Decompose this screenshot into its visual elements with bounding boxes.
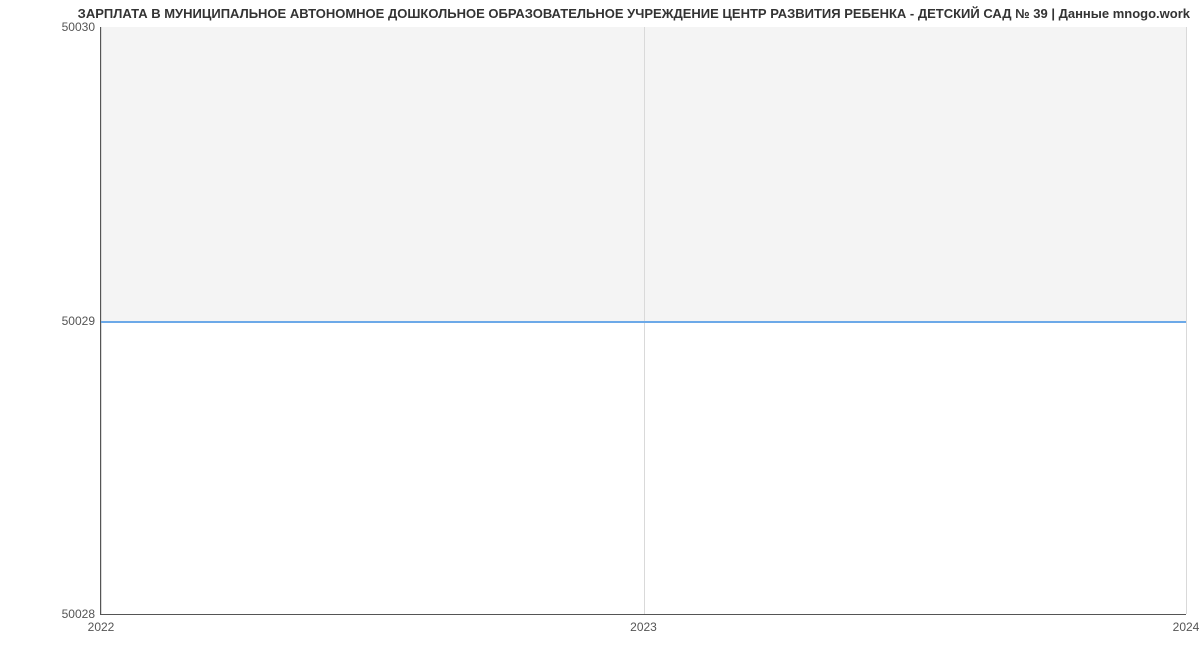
y-tick-label: 50029: [62, 314, 101, 328]
x-tick-label: 2022: [88, 614, 115, 634]
y-tick-label: 50030: [62, 20, 101, 34]
y-tick-text: 50029: [62, 314, 95, 328]
x-tick-label: 2023: [630, 614, 657, 634]
chart-title: ЗАРПЛАТА В МУНИЦИПАЛЬНОЕ АВТОНОМНОЕ ДОШК…: [78, 6, 1190, 21]
x-tick-text: 2023: [630, 620, 657, 634]
x-tick-label: 2024: [1173, 614, 1200, 634]
x-tick-text: 2024: [1173, 620, 1200, 634]
y-tick-text: 50030: [62, 20, 95, 34]
plot-area: 50030 50029 50028 2022 2023 2024: [100, 27, 1186, 615]
x-tick-text: 2022: [88, 620, 115, 634]
series-line: [101, 321, 1186, 323]
gridline-v: [1186, 27, 1187, 614]
chart-plot: 50030 50029 50028 2022 2023 2024: [100, 27, 1186, 615]
